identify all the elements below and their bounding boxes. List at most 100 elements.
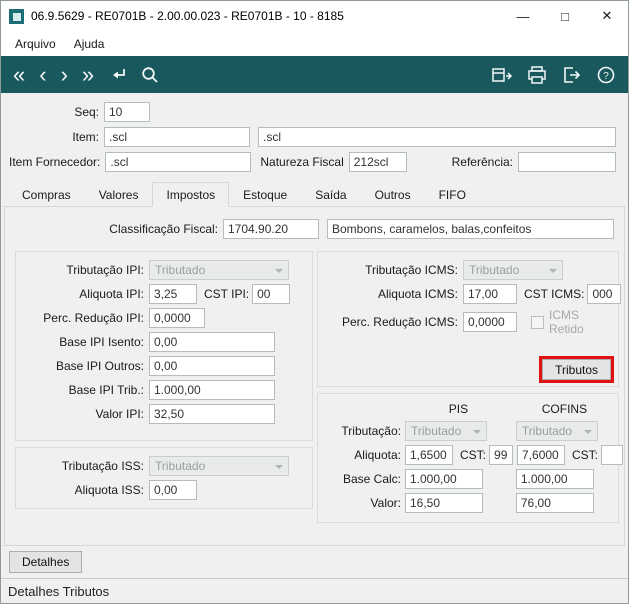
seq-label: Seq: [74, 105, 99, 119]
seq-input[interactable] [104, 102, 150, 122]
tab-saida[interactable]: Saída [301, 182, 360, 207]
aliquota-icms-label: Aliquota ICMS: [377, 287, 458, 301]
item-label: Item: [72, 130, 99, 144]
tributacao-iss-label: Tributação ISS: [61, 459, 144, 473]
item-row: Item: [1, 127, 616, 147]
tab-bar: Compras Valores Impostos Estoque Saída O… [4, 182, 625, 207]
icms-group: Tributação ICMS: Tributado Aliquota ICMS… [317, 251, 622, 387]
close-button[interactable]: ✕ [586, 1, 628, 31]
item-input[interactable] [104, 127, 250, 147]
cofins-header: COFINS [541, 402, 588, 416]
item-desc-input[interactable] [258, 127, 616, 147]
valor-pis-input[interactable] [405, 493, 483, 513]
pis-cofins-spacer [323, 402, 405, 416]
cst-ipi-label: CST IPI: [204, 287, 250, 301]
titlebar: 06.9.5629 - RE0701B - 2.00.00.023 - RE07… [1, 1, 628, 31]
tributacao-icms-select[interactable]: Tributado [463, 260, 563, 280]
cst-pis-label: CST: [460, 448, 487, 462]
cst-icms-label: CST ICMS: [524, 287, 585, 301]
aliquota-ipi-input[interactable] [149, 284, 197, 304]
search-icon[interactable] [140, 65, 160, 85]
tributacao-icms-label: Tributação ICMS: [365, 263, 458, 277]
impostos-panel: Classificação Fiscal: Tributação IPI: Tr… [4, 206, 625, 546]
cst-ipi-input[interactable] [252, 284, 291, 304]
base-ipi-trib-label: Base IPI Trib.: [68, 383, 144, 397]
cst-cofins-input[interactable] [601, 445, 624, 465]
tab-fifo[interactable]: FIFO [425, 182, 480, 207]
tributacao-iss-value: Tributado [155, 459, 206, 473]
pc-valor-label: Valor: [370, 496, 401, 510]
aliquota-icms-input[interactable] [463, 284, 517, 304]
classificacao-fiscal-desc-input[interactable] [327, 219, 614, 239]
menu-ajuda[interactable]: Ajuda [65, 33, 114, 55]
aliquota-cofins-input[interactable] [517, 445, 566, 465]
ipi-group: Tributação IPI: Tributado Aliquota IPI: … [15, 251, 313, 441]
record-header: Seq: Item: Item Fornecedor: Natureza Fis… [1, 93, 628, 180]
nav-prev-icon[interactable]: ‹ [39, 63, 46, 85]
item-fornecedor-label: Item Fornecedor: [9, 155, 101, 169]
perc-reducao-ipi-input[interactable] [149, 308, 205, 328]
switch-module-icon[interactable] [491, 65, 513, 85]
base-calc-pis-input[interactable] [405, 469, 483, 489]
tributos-button[interactable]: Tributos [542, 359, 611, 380]
status-bar: Detalhes Tributos [1, 578, 628, 603]
pis-cofins-header-row: PIS COFINS [323, 402, 613, 416]
svg-text:?: ? [603, 71, 609, 82]
menubar: Arquivo Ajuda [1, 31, 628, 56]
tab-compras[interactable]: Compras [8, 182, 85, 207]
status-text: Detalhes Tributos [8, 583, 110, 599]
cst-pis-input[interactable] [489, 445, 514, 465]
tab-outros[interactable]: Outros [361, 182, 425, 207]
detalhes-button[interactable]: Detalhes [9, 551, 83, 573]
aliquota-iss-input[interactable] [149, 480, 197, 500]
help-icon[interactable]: ? [596, 65, 616, 85]
print-icon[interactable] [526, 65, 548, 85]
tributacao-iss-select[interactable]: Tributado [149, 456, 289, 476]
classificacao-row: Classificação Fiscal: [11, 219, 614, 239]
perc-reducao-icms-label: Perc. Redução ICMS: [341, 315, 458, 329]
perc-reducao-ipi-label: Perc. Redução IPI: [43, 311, 144, 325]
base-ipi-outros-label: Base IPI Outros: [55, 359, 144, 373]
nav-first-icon[interactable]: « [13, 63, 25, 85]
base-calc-cofins-input[interactable] [515, 469, 594, 489]
tributacao-cofins-select[interactable]: Tributado [515, 421, 598, 441]
icms-retido-checkbox[interactable] [531, 315, 544, 329]
menu-arquivo[interactable]: Arquivo [6, 33, 65, 55]
classificacao-fiscal-input[interactable] [223, 219, 319, 239]
valor-ipi-input[interactable] [149, 404, 275, 424]
exit-icon[interactable] [561, 65, 583, 85]
toolbar: « ‹ › » ? [1, 56, 628, 93]
natureza-fiscal-label: Natureza Fiscal [260, 155, 344, 169]
minimize-button[interactable]: — [502, 1, 544, 31]
perc-reducao-icms-input[interactable] [463, 312, 517, 332]
valor-cofins-input[interactable] [515, 493, 594, 513]
aliquota-pis-input[interactable] [405, 445, 453, 465]
base-ipi-trib-input[interactable] [149, 380, 275, 400]
referencia-input[interactable] [518, 152, 616, 172]
app-window: 06.9.5629 - RE0701B - 2.00.00.023 - RE07… [0, 0, 629, 604]
tributacao-ipi-select[interactable]: Tributado [149, 260, 289, 280]
tab-estoque[interactable]: Estoque [229, 182, 301, 207]
tab-valores[interactable]: Valores [85, 182, 153, 207]
pis-header: PIS [448, 402, 469, 416]
tributacao-ipi-label: Tributação IPI: [66, 263, 144, 277]
maximize-button[interactable]: □ [544, 1, 586, 31]
tab-impostos[interactable]: Impostos [152, 182, 230, 207]
cst-icms-input[interactable] [587, 284, 622, 304]
enter-icon[interactable] [108, 65, 128, 85]
pc-aliquota-label: Aliquota: [354, 448, 401, 462]
item-fornecedor-input[interactable] [105, 152, 252, 172]
seq-row: Seq: [1, 102, 616, 122]
tributacao-pis-value: Tributado [411, 424, 462, 438]
nav-next-icon[interactable]: › [61, 63, 68, 85]
nav-last-icon[interactable]: » [82, 63, 94, 85]
base-ipi-isento-input[interactable] [149, 332, 275, 352]
pc-tributacao-label: Tributação: [341, 424, 401, 438]
tributacao-pis-select[interactable]: Tributado [405, 421, 487, 441]
classificacao-fiscal-label: Classificação Fiscal: [109, 222, 218, 236]
base-ipi-outros-input[interactable] [149, 356, 275, 376]
item-fornecedor-row: Item Fornecedor: Natureza Fiscal Referên… [1, 152, 616, 172]
valor-ipi-label: Valor IPI: [95, 407, 144, 421]
iss-group: Tributação ISS: Tributado Aliquota ISS: [15, 447, 313, 509]
natureza-fiscal-input[interactable] [348, 152, 407, 172]
